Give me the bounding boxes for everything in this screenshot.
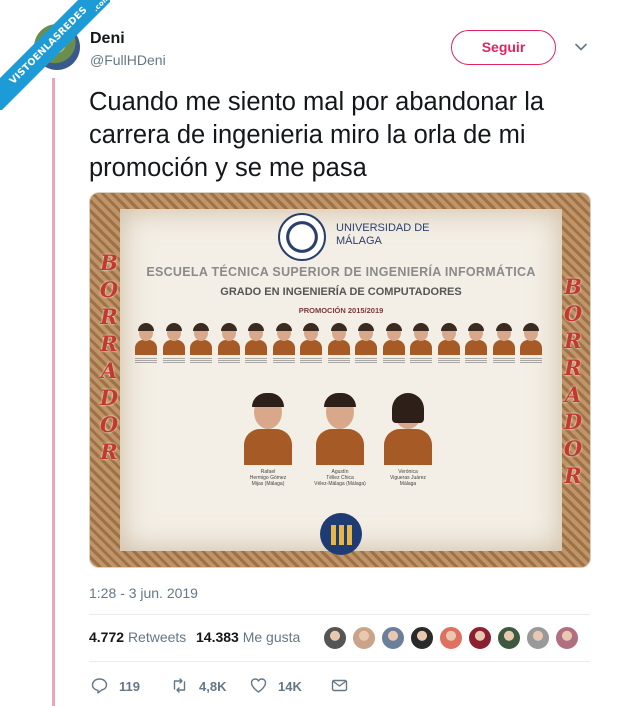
divider xyxy=(89,614,590,615)
faculty-portrait xyxy=(189,323,213,363)
student-place: Mijas (Málaga) xyxy=(251,481,285,487)
likes-stat[interactable]: 14.383 Me gusta xyxy=(196,629,300,645)
promotion-title: PROMOCIÓN 2015/2019 xyxy=(298,306,384,315)
likes-label: Me gusta xyxy=(242,629,301,645)
liker-avatar[interactable] xyxy=(439,626,463,650)
liker-avatar[interactable] xyxy=(468,626,492,650)
liker-avatar[interactable] xyxy=(410,626,434,650)
like-count: 14K xyxy=(278,679,302,694)
retweets-count: 4.772 xyxy=(89,629,125,645)
watermark-ribbon: VISTOENLASREDES .com xyxy=(0,0,110,110)
school-title: ESCUELA TÉCNICA SUPERIOR DE INGENIERÍA I… xyxy=(146,265,536,279)
orla-sheet xyxy=(120,209,562,551)
tweet-timestamp[interactable]: 1:28 - 3 jun. 2019 xyxy=(89,585,198,601)
faculty-portrait xyxy=(437,323,461,363)
retweet-icon xyxy=(173,678,186,693)
faculty-portrait xyxy=(382,323,406,363)
faculty-portrait xyxy=(299,323,323,363)
student-portrait: Rafael Hermigo Gómez Mijas (Málaga) xyxy=(240,393,296,487)
faculty-portrait xyxy=(162,323,186,363)
chevron-down-icon[interactable] xyxy=(574,40,588,54)
likes-count: 14.383 xyxy=(196,629,239,645)
liker-avatar[interactable] xyxy=(526,626,550,650)
liker-avatars xyxy=(323,626,583,650)
university-name: UNIVERSIDAD DE MÁLAGA xyxy=(336,222,430,247)
liker-avatar[interactable] xyxy=(555,626,579,650)
retweets-stat[interactable]: 4.772 Retweets xyxy=(89,629,186,645)
liker-avatar[interactable] xyxy=(352,626,376,650)
faculty-portrait xyxy=(327,323,351,363)
faculty-portrait xyxy=(272,323,296,363)
faculty-portrait xyxy=(354,323,378,363)
faculty-portrait xyxy=(519,323,543,363)
faculty-portrait xyxy=(244,323,268,363)
reply-icon xyxy=(91,678,108,694)
draft-stamp-left: BORRADOR xyxy=(99,250,119,464)
liker-avatar[interactable] xyxy=(497,626,521,650)
student-place: Vélez-Málaga (Málaga) xyxy=(314,481,366,487)
faculty-portrait-row xyxy=(134,323,548,375)
student-portrait: Verónica Vigueras Juárez Málaga xyxy=(380,393,436,487)
retweets-label: Retweets xyxy=(127,629,187,645)
watermark-label: VISTOENLASREDES xyxy=(7,4,90,87)
draft-stamp-right: BORRADOR xyxy=(563,274,583,488)
faculty-portrait xyxy=(217,323,241,363)
liker-avatar[interactable] xyxy=(381,626,405,650)
faculty-portrait xyxy=(134,323,158,363)
degree-title: GRADO EN INGENIERÍA DE COMPUTADORES xyxy=(220,286,462,298)
envelope-icon xyxy=(331,679,348,692)
university-seal-icon xyxy=(278,213,326,261)
liker-avatar[interactable] xyxy=(323,626,347,650)
thread-line xyxy=(52,78,55,706)
retweet-count: 4,8K xyxy=(199,679,227,694)
reply-count: 119 xyxy=(119,679,140,694)
school-logo-icon xyxy=(320,513,362,555)
tweet-text: Cuando me siento mal por abandonar la ca… xyxy=(89,88,545,182)
faculty-portrait xyxy=(464,323,488,363)
watermark-text: VISTOENLASREDES .com xyxy=(0,0,110,110)
follow-button[interactable]: Seguir xyxy=(451,30,556,65)
faculty-portrait xyxy=(492,323,516,363)
heart-icon xyxy=(250,678,267,693)
student-place: Málaga xyxy=(399,481,417,487)
student-portrait: Agustín Téllez Chica Vélez-Málaga (Málaga) xyxy=(312,393,368,487)
watermark-suffix: .com xyxy=(91,0,110,14)
faculty-portrait xyxy=(409,323,433,363)
divider xyxy=(89,661,590,662)
tweet-image[interactable]: BORRADOR BORRADOR UNIVERSIDAD DE MÁLAGA … xyxy=(89,192,591,568)
